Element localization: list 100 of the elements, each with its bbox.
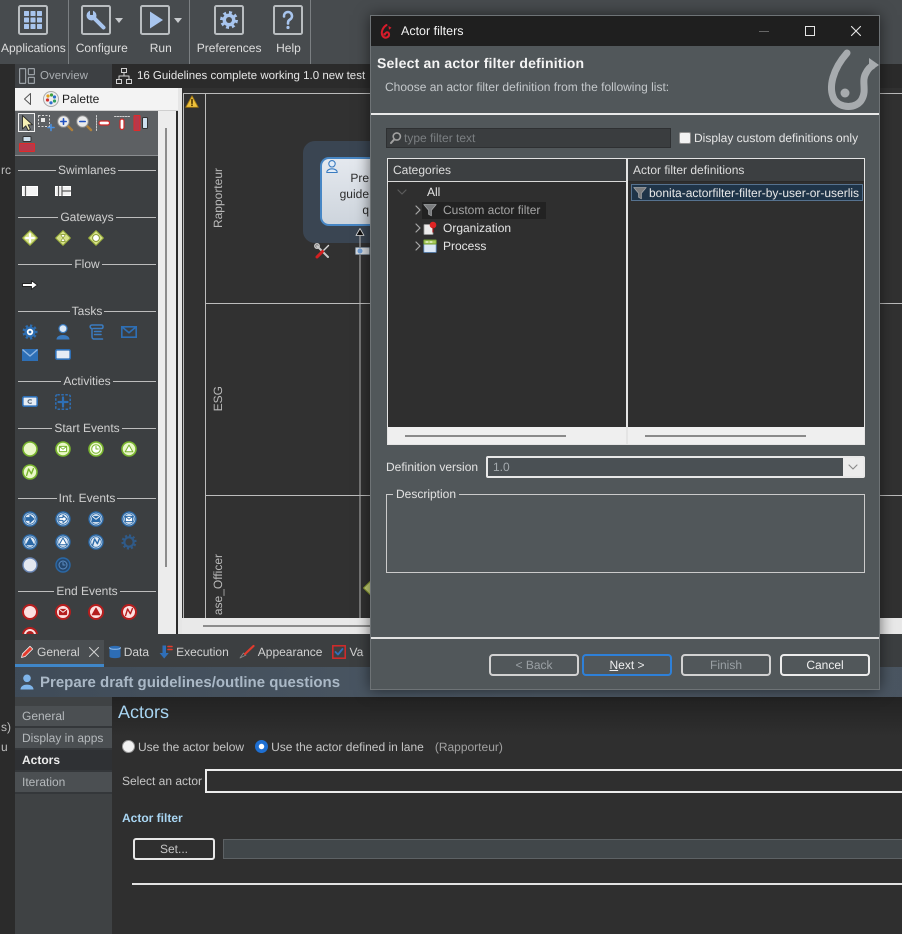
chevron-right-icon[interactable] (414, 223, 420, 233)
editor-tab[interactable]: Overview (15, 64, 112, 88)
tools-icon[interactable] (314, 243, 331, 260)
section-tab[interactable]: Iteration (15, 772, 112, 794)
funnel-icon (423, 203, 437, 217)
toolbar-button[interactable]: Applications (0, 0, 67, 64)
close-icon (851, 26, 861, 36)
connection-handle[interactable] (355, 247, 370, 255)
triangle-circle-icon[interactable] (22, 534, 38, 550)
section-tab[interactable]: Actors (15, 750, 112, 772)
task-label: Pre guide q (340, 170, 369, 218)
pool-icon[interactable] (55, 186, 71, 196)
zigzag-circle-icon[interactable] (88, 534, 104, 550)
arrow-circle-icon[interactable] (22, 510, 38, 526)
diamond-node[interactable] (363, 581, 370, 595)
sequence-flow-arrow[interactable] (355, 228, 365, 618)
caret-down-icon[interactable] (174, 18, 182, 22)
properties-tab[interactable]: Va (327, 640, 364, 667)
triangle-circle-icon[interactable] (121, 440, 137, 456)
checkbox[interactable] (679, 132, 691, 144)
palette-tool[interactable] (18, 134, 35, 153)
caret-down-icon[interactable] (114, 18, 123, 22)
close-icon[interactable] (88, 647, 99, 657)
person-icon (20, 674, 34, 690)
gear-icon[interactable] (22, 324, 38, 340)
arrow-icon[interactable] (22, 280, 38, 290)
scrollbar-track[interactable] (628, 427, 864, 444)
match-height-icon (132, 114, 148, 130)
clipped-text: u (0, 740, 8, 754)
person-icon[interactable] (55, 324, 71, 340)
scrollbar-track[interactable] (388, 427, 626, 444)
lane-label: Rapporteur (211, 168, 225, 228)
properties-tab[interactable]: Data (104, 640, 154, 667)
column-header: Actor filter definitions (628, 159, 864, 182)
tree-item[interactable]: All (406, 184, 446, 200)
scroll-thumb[interactable] (203, 625, 370, 627)
filter-field[interactable]: type filter text (386, 128, 671, 148)
arrow-circle-icon[interactable] (55, 510, 71, 526)
envelope-circle-icon[interactable] (55, 440, 71, 456)
plus-diamond-icon[interactable] (22, 230, 38, 246)
zigzag-circle-icon[interactable] (22, 464, 38, 480)
hourglass-diamond-icon[interactable] (55, 230, 71, 246)
triangle-circle-icon[interactable] (55, 534, 71, 550)
rectangle-icon[interactable] (55, 349, 71, 360)
palette-tool[interactable] (94, 113, 111, 132)
radio-button[interactable] (255, 740, 268, 753)
palette-tool[interactable] (113, 113, 130, 132)
section-title: End Events (56, 584, 118, 598)
properties-tab[interactable]: Appearance (234, 640, 328, 667)
radio-button[interactable] (122, 740, 135, 753)
section-tab[interactable]: Display in apps (15, 728, 112, 750)
section-tab[interactable]: General (15, 706, 112, 728)
tree-item[interactable]: Organization (422, 220, 518, 236)
scrollbar-track[interactable] (158, 111, 178, 634)
list-item[interactable]: bonita-actorfilter-filter-by-user-or-userlis (631, 184, 863, 201)
lane-label: ESG (211, 386, 225, 412)
scroll-thumb[interactable] (645, 434, 806, 436)
circle-icon[interactable] (22, 556, 38, 572)
framed-rectangle-icon[interactable] (22, 396, 38, 407)
dialog-button[interactable]: Next > (582, 654, 672, 676)
toolbar-button[interactable]: Configure (70, 0, 134, 64)
chevron-right-icon[interactable] (414, 241, 420, 251)
actor-select-field[interactable] (205, 769, 902, 793)
properties-tab[interactable]: Execution (154, 640, 234, 667)
collapse-icon[interactable] (24, 93, 31, 105)
scroll-thumb[interactable] (165, 128, 167, 567)
properties-tab[interactable]: General (15, 640, 104, 667)
zigzag-circle-icon[interactable] (121, 604, 137, 620)
toolbar-button[interactable]: Run (134, 0, 188, 64)
play-icon (140, 5, 170, 35)
envelope-circle-icon[interactable] (88, 510, 104, 526)
task-node[interactable]: Pre guide q (320, 157, 370, 226)
palette-tool[interactable] (132, 113, 149, 132)
toolbar-button[interactable]: Help (267, 0, 310, 64)
chevron-right-icon[interactable] (414, 205, 420, 215)
clock-circle-icon[interactable] (88, 440, 104, 456)
circle-icon[interactable] (22, 604, 38, 620)
lane-actor-note: (Rapporteur) (434, 740, 503, 754)
scroll-thumb[interactable] (405, 434, 566, 436)
dialog-button[interactable]: Cancel (780, 654, 870, 676)
section-title: Start Events (54, 421, 120, 435)
tree-item[interactable]: Custom actor filter (422, 202, 546, 218)
scroll-icon[interactable] (88, 324, 104, 340)
lane-icon[interactable] (22, 186, 38, 196)
diagram-icon (116, 68, 132, 84)
pencil-icon (20, 645, 34, 659)
envelope-circle-icon[interactable] (121, 510, 137, 526)
palette-tool[interactable] (56, 113, 73, 132)
circle-icon[interactable] (22, 440, 38, 456)
actor-filter-field[interactable] (223, 839, 902, 859)
section-title: Tasks (72, 304, 102, 318)
envelope-icon[interactable] (22, 348, 38, 360)
wizard-title: Select an actor filter definition (377, 55, 584, 72)
tree-item[interactable]: Process (422, 238, 492, 254)
toolbar-button[interactable]: Preferences (190, 0, 268, 64)
envelope-circle-icon[interactable] (55, 604, 71, 620)
palette-tool[interactable] (18, 113, 35, 132)
triangle-circle-icon[interactable] (88, 604, 104, 620)
set-button[interactable]: Set... (133, 838, 215, 860)
circle-diamond-icon[interactable] (88, 230, 104, 246)
